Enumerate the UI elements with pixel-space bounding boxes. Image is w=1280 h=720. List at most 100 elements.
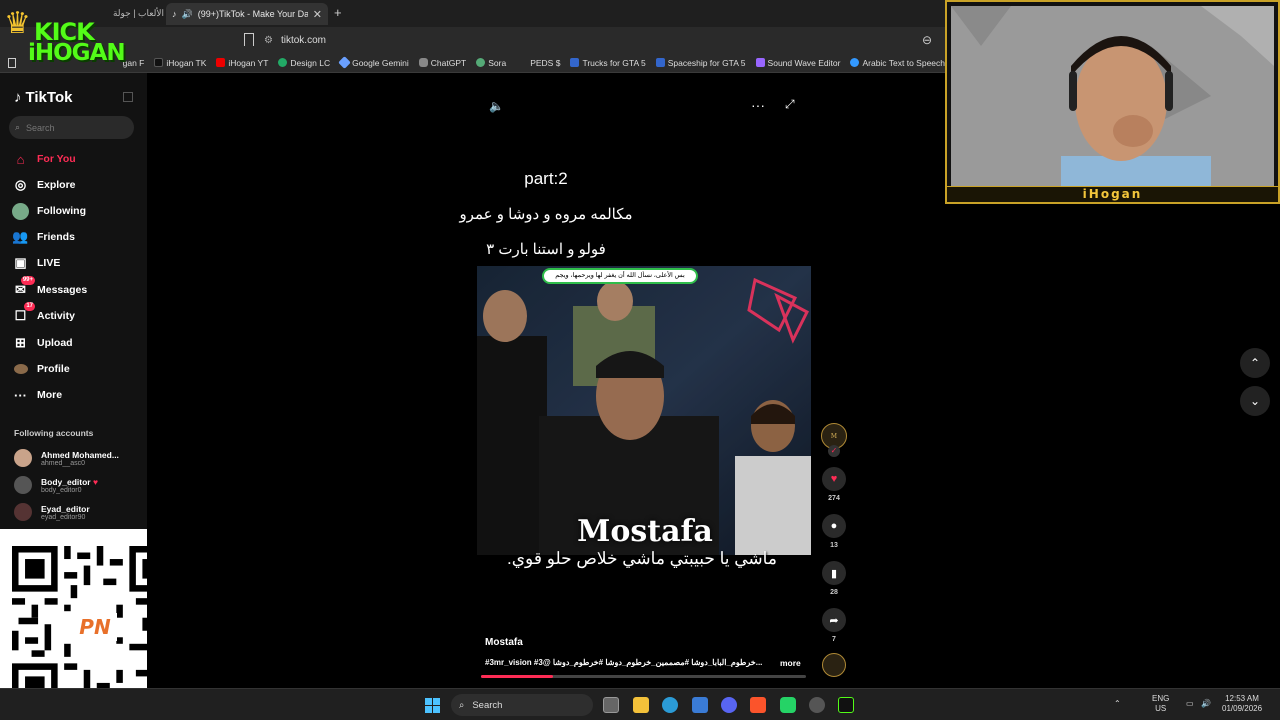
post-hashtags[interactable]: #3mr_vision #خرطوم_البابا_دوشا #مصممين_خ… xyxy=(485,658,770,667)
nav-more[interactable]: ··· More xyxy=(12,385,62,405)
qr-brand-logo: PN xyxy=(73,613,117,641)
compass-icon: ◎ xyxy=(14,177,27,192)
kick-app-icon[interactable] xyxy=(838,697,854,713)
video-subtitle: ماشي يا حبيبتي ماشي خلاص حلو قوي. xyxy=(507,549,777,568)
nav-activity[interactable]: ☐ 17 Activity xyxy=(12,301,75,326)
volume-tray-icon[interactable]: 🔊 xyxy=(1201,699,1211,709)
messages-badge: 99+ xyxy=(20,275,35,285)
gemini-icon xyxy=(338,56,351,69)
bookmark-item[interactable]: Google Gemini xyxy=(338,56,409,69)
nav-friends[interactable]: 👥 Friends xyxy=(12,227,75,247)
webcam-name-label: iHogan xyxy=(947,186,1278,202)
bookmark-item[interactable]: ChatGPT xyxy=(418,58,466,68)
webcam-feed xyxy=(951,6,1274,186)
bookmark-item[interactable]: iHogan TK xyxy=(154,58,206,68)
bookmark-item[interactable]: Sora xyxy=(476,58,506,68)
new-tab-button[interactable]: + xyxy=(334,5,342,20)
chatgpt-icon xyxy=(418,58,428,67)
video-progress-bar[interactable] xyxy=(481,675,806,678)
nav-profile[interactable]: Profile xyxy=(12,359,70,379)
site-settings-icon[interactable]: ⚙ xyxy=(264,35,273,46)
creator-avatar-group: M ✓ xyxy=(819,423,849,457)
store-icon[interactable] xyxy=(692,697,708,713)
video-player[interactable]: بس الأعلى، نسأل الله أن يغفر لها ويرحمها… xyxy=(477,266,811,555)
avatar xyxy=(14,503,32,521)
sora-icon xyxy=(476,58,486,67)
more-icon: ··· xyxy=(14,387,27,403)
like-button[interactable]: ♥ xyxy=(822,467,846,491)
comment-button[interactable]: ● xyxy=(822,514,846,538)
nav-explore[interactable]: ◎ Explore xyxy=(12,175,76,195)
search-input[interactable] xyxy=(26,122,117,133)
bookmark-item[interactable]: Arabic Text to Speech xyxy=(850,58,945,68)
logo-ihogan-text: iHOGAN xyxy=(28,40,126,66)
video-progress-fill xyxy=(481,675,553,678)
nav-messages[interactable]: ✉ 99+ Messages xyxy=(12,275,87,300)
tiktok-favicon-icon: ♪ xyxy=(172,9,177,19)
tab-tiktok[interactable]: ♪ 🔊 (99+)TikTok - Make Your Day ✕ xyxy=(166,3,328,25)
design-icon xyxy=(278,58,288,67)
collapse-sidebar-icon[interactable] xyxy=(123,92,133,102)
brave-icon[interactable] xyxy=(750,697,766,713)
soundwave-icon xyxy=(755,58,765,67)
follow-check-icon[interactable]: ✓ xyxy=(828,445,840,457)
network-icon[interactable]: ▭ xyxy=(1186,699,1194,709)
like-group: ♥ 274 xyxy=(819,467,849,502)
account-item[interactable]: Body_editor ♥ body_editor0 xyxy=(14,476,98,494)
more-link[interactable]: more xyxy=(780,658,801,668)
more-options-icon[interactable]: ··· xyxy=(751,97,765,113)
save-button[interactable]: ▮ xyxy=(822,561,846,585)
nav-live[interactable]: ▣ LIVE xyxy=(12,253,60,273)
live-icon: ▣ xyxy=(14,255,27,270)
zoom-icon[interactable]: ⊖ xyxy=(922,33,932,47)
edge-icon[interactable] xyxy=(662,697,678,713)
search-icon: ⌕ xyxy=(15,122,21,132)
bookmark-item[interactable]: iHogan YT xyxy=(216,58,268,68)
nav-following[interactable]: Following xyxy=(12,201,86,221)
discord-icon[interactable] xyxy=(721,697,737,713)
lc-icon xyxy=(570,58,580,67)
nav-for-you[interactable]: ⌂ For You xyxy=(12,149,76,169)
task-view-icon[interactable] xyxy=(603,697,619,713)
bookmark-item[interactable]: Trucks for GTA 5 xyxy=(570,58,646,68)
taskbar-search[interactable]: ⌕ Search xyxy=(451,694,593,716)
share-button[interactable]: ➦ xyxy=(822,608,846,632)
tiktok-logo[interactable]: ♪ TikTok xyxy=(14,89,72,106)
bookmark-item[interactable]: Design LC xyxy=(278,58,330,68)
nav-upload[interactable]: ⊞ Upload xyxy=(12,333,73,353)
bookmark-icon[interactable] xyxy=(244,33,254,46)
webcam-overlay: iHogan xyxy=(945,0,1280,204)
tray-chevron-up-icon[interactable]: ⌃ xyxy=(1114,699,1121,709)
bookmark-item[interactable]: Spaceship for GTA 5 xyxy=(655,58,746,68)
fullscreen-icon[interactable]: ⤢ xyxy=(785,97,795,112)
crown-icon: ♛ xyxy=(4,7,31,40)
video-top-banner: بس الأعلى، نسأل الله أن يغفر لها ويرحمها… xyxy=(555,272,685,279)
following-avatar-icon xyxy=(12,202,29,220)
tiktok-icon xyxy=(154,58,164,67)
volume-icon[interactable]: 🔈 xyxy=(489,99,504,113)
obs-icon[interactable] xyxy=(809,697,825,713)
post-author[interactable]: Mostafa xyxy=(485,637,523,648)
sound-disc-icon[interactable] xyxy=(822,653,846,677)
previous-video-button[interactable]: ⌃ xyxy=(1240,348,1270,378)
language-indicator[interactable]: ENG US xyxy=(1152,694,1169,714)
address-input[interactable]: ⚙ tiktok.com xyxy=(264,31,944,49)
comment-icon: ● xyxy=(830,520,838,532)
file-explorer-icon[interactable] xyxy=(633,697,649,713)
upload-icon: ⊞ xyxy=(15,335,26,350)
search-box[interactable]: ⌕ xyxy=(9,116,134,139)
share-arrow-icon: ➦ xyxy=(829,614,839,627)
close-tab-icon[interactable]: ✕ xyxy=(313,8,322,21)
windows-start-icon[interactable] xyxy=(425,698,440,713)
screen: الألعاب | جولة ♪ 🔊 (99+)TikTok - Make Yo… xyxy=(0,0,1280,720)
whatsapp-icon[interactable] xyxy=(780,697,796,713)
bookmark-item[interactable]: PEDS $ xyxy=(530,58,560,68)
url-text: tiktok.com xyxy=(280,34,326,46)
speaker-icon[interactable]: 🔊 xyxy=(182,9,193,20)
next-video-button[interactable]: ⌄ xyxy=(1240,386,1270,416)
heart-icon: ♥ xyxy=(830,473,838,485)
account-item[interactable]: Eyad_editor eyad_editor90 xyxy=(14,503,90,521)
bookmark-item[interactable]: Sound Wave Editor xyxy=(755,58,840,68)
clock[interactable]: 12:53 AM 01/09/2026 xyxy=(1222,694,1262,714)
account-item[interactable]: Ahmed Mohamed... ahmed__asc0 xyxy=(14,449,119,467)
